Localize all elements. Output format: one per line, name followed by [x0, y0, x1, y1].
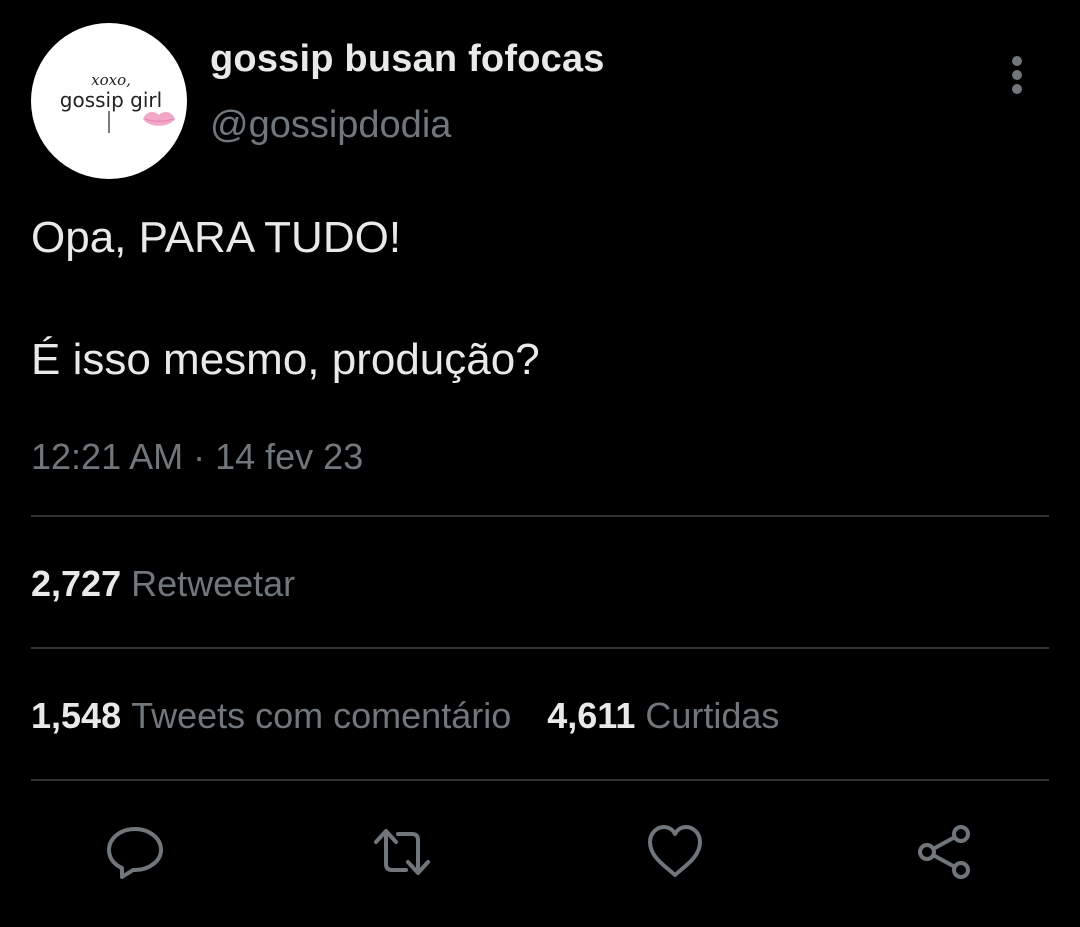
- divider: [31, 779, 1049, 781]
- retweet-button[interactable]: [372, 822, 432, 882]
- user-handle[interactable]: @gossipdodia: [210, 104, 451, 147]
- more-options-button[interactable]: [997, 50, 1037, 100]
- avatar-top-text: xoxo,: [91, 71, 131, 89]
- avatar-image: xoxo, gossip girl: [60, 71, 175, 133]
- tweet-text-line: Opa, PARA TUDO!: [31, 213, 402, 262]
- tweet-text-line: É isso mesmo, produção?: [31, 335, 540, 384]
- quote-tweets-count: 1,548: [31, 695, 122, 736]
- reply-button[interactable]: [105, 822, 165, 882]
- lips-icon: [143, 112, 175, 126]
- more-vertical-icon: [1012, 56, 1022, 94]
- retweets-count: 2,727: [31, 563, 122, 604]
- likes-label: Curtidas: [645, 695, 780, 736]
- likes-count: 4,611: [547, 695, 636, 736]
- share-icon: [918, 825, 970, 879]
- heart-icon: [648, 825, 702, 877]
- retweets-stat[interactable]: 2,727 Retweetar: [31, 563, 295, 605]
- tweet-detail: xoxo, gossip girl gossip busan fofocas @…: [0, 0, 1080, 927]
- stats-row: 2,727 Retweetar: [31, 563, 295, 605]
- retweets-label: Retweetar: [131, 563, 296, 604]
- avatar[interactable]: xoxo, gossip girl: [31, 23, 187, 179]
- stats-row: 1,548 Tweets com comentário 4,611 Curtidas: [31, 695, 779, 737]
- like-button[interactable]: [645, 822, 705, 882]
- reply-icon: [107, 827, 163, 879]
- retweet-icon: [374, 829, 430, 875]
- divider: [31, 515, 1049, 517]
- likes-stat[interactable]: 4,611 Curtidas: [547, 695, 779, 737]
- tweet-timestamp[interactable]: 12:21 AM · 14 fev 23: [31, 436, 363, 478]
- avatar-main-text: gossip girl: [60, 88, 162, 112]
- quote-tweets-stat[interactable]: 1,548 Tweets com comentário: [31, 695, 511, 737]
- display-name[interactable]: gossip busan fofocas: [210, 38, 605, 81]
- share-button[interactable]: [915, 822, 975, 882]
- quote-tweets-label: Tweets com comentário: [131, 695, 512, 736]
- divider: [31, 647, 1049, 649]
